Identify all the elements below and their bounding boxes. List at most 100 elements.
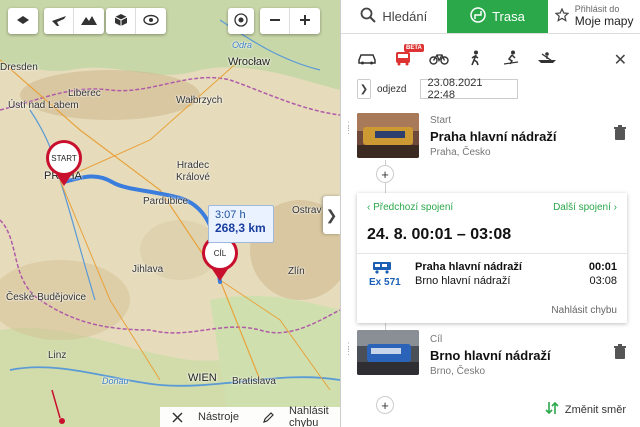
- tab-search[interactable]: Hledání: [341, 0, 447, 33]
- end-station-photo: [357, 330, 419, 375]
- mode-car[interactable]: [349, 51, 385, 68]
- air-map-button[interactable]: [44, 8, 74, 34]
- transport-modes: BETA ✕: [341, 43, 640, 72]
- location-target-icon: [234, 12, 248, 30]
- map-view[interactable]: Dresden Wrocław Ústí nad Labem Liberec W…: [0, 0, 340, 427]
- map-terrain: [0, 0, 340, 427]
- skiing-icon: [502, 50, 520, 69]
- plus-icon: +: [381, 397, 389, 413]
- search-icon: [360, 7, 377, 26]
- train-number[interactable]: Ex 571: [369, 277, 401, 288]
- mode-boat[interactable]: [529, 51, 565, 68]
- view-button[interactable]: [136, 8, 166, 34]
- route-icon: [470, 6, 486, 27]
- trash-icon: [613, 125, 627, 144]
- report-error-map-label: Nahlásit chybu: [288, 405, 329, 427]
- cube-icon: [114, 13, 128, 30]
- departure-label: odjezd: [377, 83, 407, 95]
- delete-start-button[interactable]: [613, 125, 627, 141]
- start-station-name[interactable]: Praha hlavní nádraží: [430, 129, 556, 144]
- mountain-icon: [80, 14, 98, 29]
- map-tools-bar: Nástroje Nahlásit chybu: [160, 405, 340, 427]
- airplane-icon: [51, 13, 67, 30]
- reverse-route-label: Změnit směr: [564, 403, 626, 416]
- departure-time: 00:01: [588, 261, 617, 273]
- bus-icon: [394, 50, 412, 69]
- route-panel: Hledání Trasa Přihlásit do Moje mapy BET…: [340, 0, 640, 427]
- collapse-panel-button[interactable]: ❯: [323, 196, 340, 234]
- connection-time-range: 24. 8. 00:01 – 03:08: [367, 226, 512, 243]
- chevron-left-icon: ‹: [367, 202, 371, 213]
- mode-walk[interactable]: [457, 50, 493, 69]
- city-pardubice: Pardubice: [143, 196, 189, 207]
- tools-icon: [166, 411, 189, 423]
- city-liberec: Liberec: [68, 88, 101, 99]
- tab-search-label: Hledání: [382, 9, 428, 24]
- reverse-route-button[interactable]: Změnit směr: [545, 401, 626, 418]
- trash-icon: [613, 344, 627, 363]
- departure-toggle[interactable]: ❯: [357, 79, 371, 99]
- locate-button[interactable]: [228, 8, 254, 34]
- add-stop-button-1[interactable]: +: [376, 165, 394, 183]
- close-icon: ✕: [613, 52, 627, 69]
- river-odra: Odra: [232, 40, 253, 50]
- report-error-link[interactable]: Nahlásit chybu: [551, 305, 617, 316]
- city-budejovice: České Budějovice: [6, 292, 87, 303]
- zoom-controls: [260, 8, 320, 34]
- add-stop-button-2[interactable]: +: [376, 396, 394, 414]
- layers-icon: [15, 14, 31, 29]
- tools-button[interactable]: Nástroje: [160, 411, 251, 423]
- next-connection-label: Další spojení: [553, 202, 611, 213]
- bicycle-icon: [429, 51, 449, 68]
- my-maps-text: Přihlásit do Moje mapy: [575, 5, 634, 27]
- train-icon: [371, 260, 401, 277]
- city-wroclaw: Wrocław: [228, 56, 270, 68]
- previous-connection-link[interactable]: ‹ Předchozí spojení: [367, 202, 453, 213]
- mode-public-transport[interactable]: BETA: [385, 43, 424, 69]
- chevron-right-icon: ❯: [325, 206, 338, 223]
- city-linz: Linz: [48, 350, 67, 361]
- terrain-map-button[interactable]: [74, 8, 104, 34]
- delete-end-button[interactable]: [613, 344, 627, 360]
- plus-icon: [299, 14, 311, 29]
- map-extra-buttons: [106, 8, 166, 34]
- city-bratislava: Bratislava: [232, 376, 276, 387]
- departure-row: ❯ odjezd 23.08.2021 22:48: [357, 77, 519, 101]
- connection-card: ‹ Předchozí spojení Další spojení › 24. …: [357, 193, 627, 323]
- minus-icon: [269, 14, 281, 29]
- end-station-location: Brno, Česko: [430, 366, 486, 377]
- start-pin[interactable]: START: [46, 140, 82, 186]
- mode-bike[interactable]: [421, 51, 457, 68]
- my-maps-label: Moje mapy: [574, 13, 634, 28]
- departure-datetime-input[interactable]: 23.08.2021 22:48: [420, 77, 519, 101]
- zoom-in-button[interactable]: [290, 8, 320, 34]
- departure-station: Praha hlavní nádraží: [415, 261, 522, 273]
- route-duration: 3:07 h: [215, 209, 246, 221]
- tab-my-maps[interactable]: Přihlásit do Moje mapy: [548, 0, 640, 33]
- 3d-button[interactable]: [106, 8, 136, 34]
- arrival-station: Brno hlavní nádraží: [415, 275, 511, 287]
- chevron-right-icon: ›: [613, 202, 617, 213]
- next-connection-link[interactable]: Další spojení ›: [553, 202, 617, 213]
- tab-route[interactable]: Trasa: [446, 0, 549, 33]
- report-error-map-button[interactable]: Nahlásit chybu: [251, 405, 340, 427]
- tab-route-label: Trasa: [492, 9, 525, 24]
- map-type-buttons: [44, 8, 104, 34]
- city-ostrava: Ostrav: [292, 205, 322, 216]
- city-dresden: Dresden: [0, 62, 38, 73]
- end-station-name[interactable]: Brno hlavní nádraží: [430, 348, 551, 363]
- close-route-button[interactable]: ✕: [614, 50, 627, 70]
- zoom-out-button[interactable]: [260, 8, 290, 34]
- route-info-box[interactable]: 3:07 h 268,3 km: [208, 205, 274, 243]
- plus-icon: +: [381, 166, 389, 182]
- top-nav: Hledání Trasa Přihlásit do Moje mapy: [341, 0, 640, 34]
- walking-icon: [468, 50, 482, 69]
- route-distance: 268,3 km: [215, 221, 266, 235]
- start-station-location: Praha, Česko: [430, 147, 491, 158]
- layers-button[interactable]: [8, 8, 38, 34]
- mode-ski[interactable]: [493, 50, 529, 69]
- map-layer-toggles: [8, 8, 38, 34]
- drag-handle-icon[interactable]: ⋮ ⋮: [344, 342, 353, 366]
- drag-handle-icon[interactable]: ⋮ ⋮: [344, 121, 353, 145]
- start-small-label: Start: [430, 115, 452, 126]
